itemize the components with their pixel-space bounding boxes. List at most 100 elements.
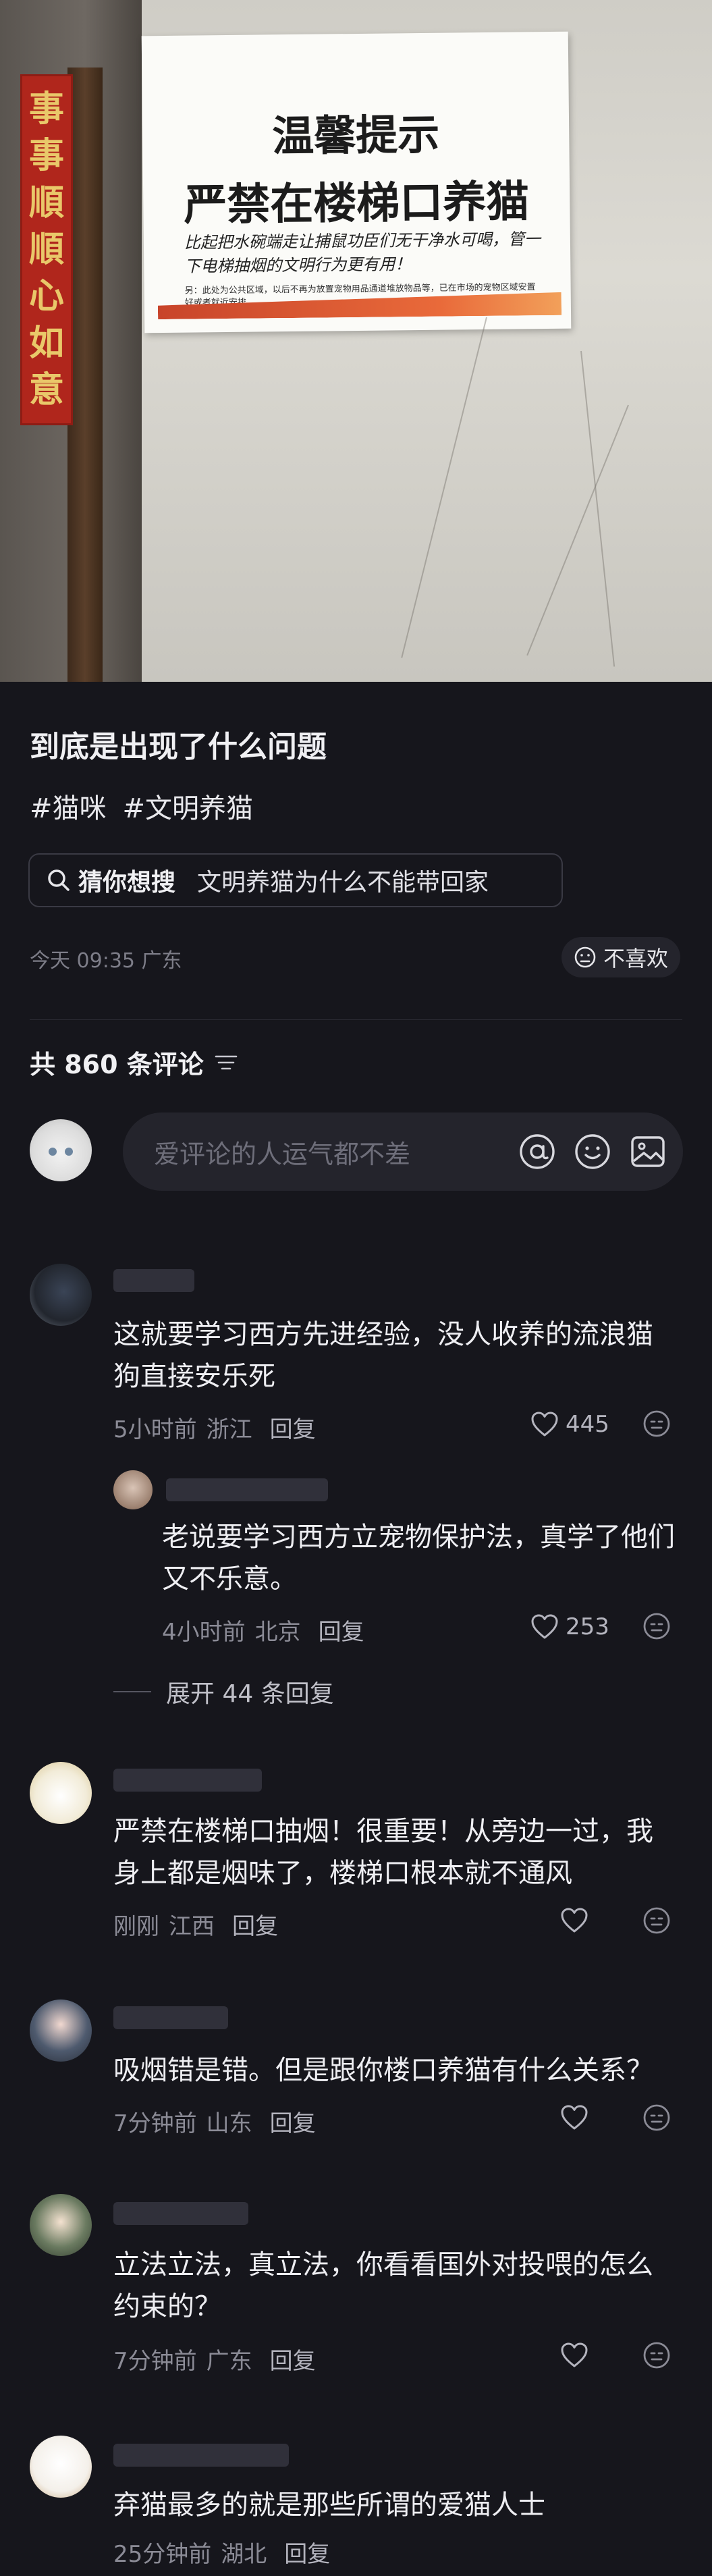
commenter-avatar[interactable] [30,2436,92,2498]
comment-text: 这就要学习西方先进经验，没人收养的流浪猫狗直接安乐死 [113,1319,653,1392]
heart-icon [561,1908,588,1933]
divider [30,1019,682,1020]
at-icon [520,1134,555,1169]
like-button[interactable]: 253 [530,1613,609,1640]
red-couplet: 事 事 順 順 心 如 意 [20,74,73,425]
comment-time: 25分钟前 [113,2541,212,2568]
dislike-face-icon[interactable] [641,1905,672,1936]
reply-text: 老说要学习西方立宠物保护法，真学了他们又不乐意。 [162,1522,675,1594]
heart-icon [531,1614,558,1639]
dislike-face-icon[interactable] [641,2340,672,2371]
avatar-eye [65,1148,73,1156]
commenter-avatar[interactable] [30,1264,92,1326]
comment-location: 浙江 [206,1416,252,1443]
filter-icon[interactable] [215,1053,238,1072]
notice-handwriting: 比起把水碗端走让捕鼠功臣们无干净水可喝，管一下电梯抽烟的文明行为更有用！ [184,230,541,276]
search-icon [48,869,70,891]
comment-time: 刚刚 [113,1913,159,1940]
comment-text: 吸烟错是错。但是跟你楼口养猫有什么关系？ [113,2055,653,2086]
like-button[interactable]: 445 [530,1411,609,1438]
comment-time: 7分钟前 [113,2110,197,2137]
couplet-char: 順 [28,182,64,223]
comment-text: 立法立法，真立法，你看看国外对投喂的怎么约束的？ [113,2249,653,2322]
mention-button[interactable] [517,1131,557,1172]
reply-button[interactable]: 回复 [270,2342,316,2376]
reply-button[interactable]: 回复 [270,2105,316,2138]
reply-button[interactable]: 回复 [270,1411,316,1444]
tag-link[interactable]: #文明养猫 [123,786,254,826]
search-query: 文明养猫为什么不能带回家 [197,869,489,896]
like-count: 253 [566,1613,609,1640]
couplet-char: 如 [28,322,64,364]
reply-button[interactable]: 回复 [232,1908,278,1941]
commenter-name-blurred[interactable] [113,1769,262,1792]
like-count: 445 [566,1411,609,1438]
comment-location: 湖北 [221,2541,267,2568]
comment-input[interactable]: 爱评论的人运气都不差 [123,1112,683,1191]
notice-paper: 温馨提示 严禁在楼梯口养猫 比起把水碗端走让捕鼠功臣们无干净水可喝，管一下电梯抽… [141,31,572,333]
commenter-name-blurred[interactable] [113,2202,248,2225]
reply-button[interactable]: 回复 [284,2535,330,2569]
comment-time: 7分钟前 [113,2348,197,2375]
couplet-char: 順 [28,228,64,270]
expand-replies-label: 展开 44 条回复 [166,1680,334,1708]
comment-location: 山东 [206,2110,252,2137]
dislike-face-icon[interactable] [641,1611,672,1642]
reply-meta: 4小时前 北京 回复 [162,1613,364,1646]
post-image[interactable]: 事 事 順 順 心 如 意 温馨提示 严禁在楼梯口养猫 比起把水碗端走让捕鼠功臣… [0,0,712,682]
avatar-eye [49,1148,57,1156]
expand-replies-button[interactable]: 展开 44 条回复 [113,1674,334,1709]
comment-count: 共 860 条评论 [30,1044,238,1081]
comment-meta: 7分钟前 广东 回复 [113,2342,316,2376]
commenter-avatar[interactable] [30,2194,92,2256]
wall-crack [401,317,487,658]
dislike-face-icon[interactable] [641,1408,672,1439]
emoji-button[interactable] [572,1131,613,1172]
image-icon [631,1136,665,1167]
dislike-button[interactable]: 不喜欢 [562,937,681,977]
dislike-face-icon[interactable] [641,2102,672,2133]
comment-text: 弃猫最多的就是那些所谓的爱猫人士 [113,2490,545,2521]
notice-subtitle: 严禁在楼梯口养猫 [183,177,530,231]
comment-meta: 25分钟前 湖北 回复 [113,2535,330,2569]
replier-avatar[interactable] [113,1470,153,1509]
dislike-label: 不喜欢 [603,946,669,971]
commenter-avatar[interactable] [30,1762,92,1824]
commenter-name-blurred[interactable] [113,2444,289,2467]
suggested-search[interactable]: 猜你想搜 文明养猫为什么不能带回家 [28,853,563,907]
expand-line [113,1691,151,1692]
post-tags: #猫咪 #文明养猫 [30,786,253,826]
comment-meta: 7分钟前 山东 回复 [113,2105,316,2138]
reply-time: 4小时前 [162,1619,246,1646]
wall-crack [526,404,629,656]
reply-location: 北京 [254,1619,301,1646]
comment-meta: 5小时前 浙江 回复 [113,1411,316,1444]
comment-time: 5小时前 [113,1416,197,1443]
image-button[interactable] [628,1131,668,1172]
search-hint: 猜你想搜 [78,869,176,896]
reply-button[interactable]: 回复 [319,1613,364,1646]
comment-location: 广东 [206,2348,252,2375]
comment-placeholder: 爱评论的人运气都不差 [154,1139,411,1169]
like-button[interactable] [560,2342,588,2368]
comment-meta: 刚刚 江西 回复 [113,1908,278,1941]
couplet-char: 事 [28,88,64,130]
heart-icon [531,1412,558,1437]
heart-icon [561,2105,588,2130]
like-button[interactable] [560,1908,588,1933]
my-avatar[interactable] [30,1119,92,1181]
tag-link[interactable]: #猫咪 [30,786,107,826]
couplet-char: 事 [28,135,64,177]
commenter-name-blurred[interactable] [113,2006,228,2029]
like-button[interactable] [560,2105,588,2130]
commenter-avatar[interactable] [30,2000,92,2062]
dislike-face-icon [574,946,596,968]
comment-location: 江西 [169,1913,215,1940]
emoji-icon [575,1134,610,1169]
heart-icon [561,2342,588,2367]
post-title: 到底是出现了什么问题 [30,730,327,764]
replier-name-blurred[interactable] [166,1478,328,1501]
couplet-char: 意 [28,369,64,411]
notice-title: 温馨提示 [271,109,440,161]
commenter-name-blurred[interactable] [113,1269,194,1292]
